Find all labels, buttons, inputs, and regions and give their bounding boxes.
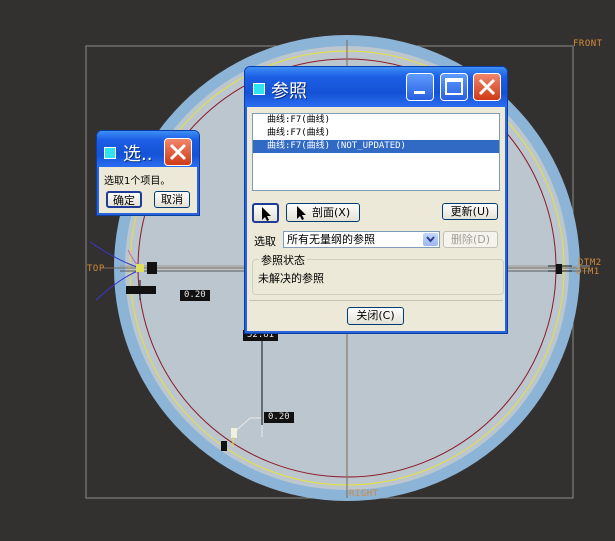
dimension-value-lower[interactable]: 0.20 [264, 412, 294, 423]
arrow-pointer-icon [262, 207, 271, 221]
minimize-button[interactable] [406, 73, 434, 101]
datum-label-top: TOP [87, 264, 105, 274]
reference-list-item-selected[interactable]: 曲线:F7(曲线) (NOT_UPDATED) [253, 140, 499, 153]
divider [249, 300, 503, 301]
references-dialog-titlebar[interactable]: 参照 [245, 67, 507, 107]
reference-status-group: 参照状态 未解决的参照 [252, 252, 504, 295]
select-filter-label: 选取 [254, 235, 276, 248]
maximize-icon [445, 78, 463, 95]
chevron-down-icon[interactable] [423, 233, 438, 246]
close-dialog-button[interactable]: 关闭(C) [347, 307, 404, 325]
reference-list[interactable]: 曲线:F7(曲线) 曲线:F7(曲线) 曲线:F7(曲线) (NOT_UPDAT… [252, 113, 500, 191]
close-button[interactable] [473, 73, 501, 101]
reference-status-caption: 参照状态 [259, 252, 307, 268]
select-dialog-title: 选.. [123, 144, 153, 165]
datum-label-right: RIGHT [349, 489, 379, 499]
close-icon [169, 143, 187, 161]
pick-reference-button[interactable] [252, 203, 279, 223]
select-dialog-titlebar[interactable]: 选.. [97, 131, 199, 167]
section-button[interactable]: 剖面(X) [286, 203, 360, 222]
delete-button[interactable]: 删除(D) [443, 231, 498, 248]
datum-label-dtm1: DTM1 [576, 267, 600, 277]
references-dialog: 参照 曲线:F7(曲线) 曲线:F7(曲线) 曲线:F7(曲线) (NOT_UP… [244, 66, 508, 334]
cancel-button[interactable]: 取消 [154, 191, 190, 208]
reference-filter-value: 所有无量纲的参照 [287, 233, 375, 246]
reference-filter-dropdown[interactable]: 所有无量纲的参照 [283, 231, 440, 248]
dimension-value-left[interactable]: 0.20 [180, 290, 210, 301]
datum-label-front: FRONT [573, 39, 603, 49]
ok-button[interactable]: 确定 [106, 191, 142, 208]
window-icon [253, 83, 265, 95]
reference-list-item[interactable]: 曲线:F7(曲线) [253, 114, 499, 127]
close-button[interactable] [164, 138, 192, 166]
minimize-icon [414, 91, 425, 94]
window-icon [104, 147, 116, 159]
maximize-button[interactable] [440, 73, 468, 101]
close-icon [478, 78, 496, 96]
select-message: 选取1个项目。 [104, 176, 171, 187]
section-button-label: 剖面(X) [312, 206, 351, 219]
arrow-pointer-icon [297, 206, 306, 220]
references-dialog-title: 参照 [271, 81, 307, 102]
reference-status-text: 未解决的参照 [258, 272, 324, 285]
select-dialog: 选.. 选取1个项目。 确定 取消 [96, 130, 200, 216]
update-button[interactable]: 更新(U) [442, 203, 498, 220]
reference-list-item[interactable]: 曲线:F7(曲线) [253, 127, 499, 140]
